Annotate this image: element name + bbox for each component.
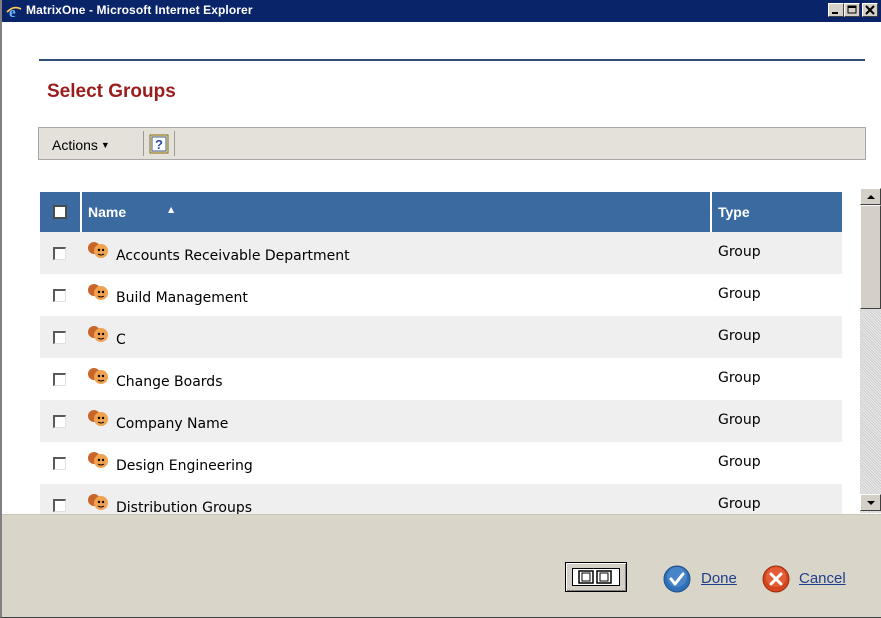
page-header: Select Groups Actions ▼ ? (2, 22, 881, 172)
panes-icon (572, 568, 620, 586)
scroll-down-button[interactable] (860, 494, 881, 511)
page-title: Select Groups (47, 81, 176, 102)
group-icon (88, 242, 108, 258)
header-rule (39, 59, 865, 61)
row-checkbox[interactable] (53, 331, 66, 344)
actions-label: Actions (52, 137, 98, 153)
minimize-button[interactable] (828, 3, 844, 17)
row-checkbox[interactable] (53, 457, 66, 470)
cancel-link[interactable]: Cancel (799, 570, 846, 587)
row-name[interactable]: Change Boards (116, 374, 223, 390)
row-type: Group (718, 286, 761, 302)
row-checkbox[interactable] (53, 499, 66, 512)
help-icon[interactable]: ? (149, 134, 169, 154)
browser-window: e MatrixOne - Microsoft Internet Explore… (0, 0, 881, 618)
arrow-down-icon (867, 501, 875, 505)
group-icon (88, 284, 108, 300)
maximize-button[interactable] (844, 3, 860, 17)
column-header-type[interactable]: Type (718, 204, 750, 220)
svg-text:?: ? (155, 137, 163, 152)
chevron-down-icon: ▼ (100, 140, 110, 150)
row-type: Group (718, 496, 761, 512)
actions-menu[interactable]: Actions ▼ (52, 137, 110, 153)
cancel-x-icon[interactable] (761, 564, 791, 594)
close-icon (865, 5, 875, 15)
row-type: Group (718, 412, 761, 428)
group-icon (88, 326, 108, 342)
header-separator (80, 192, 82, 232)
arrow-up-icon (867, 195, 875, 199)
table-row[interactable]: Distribution Groups Group (40, 484, 842, 514)
column-header-name[interactable]: Name (88, 204, 126, 220)
table-row[interactable]: C Group (40, 316, 842, 358)
row-type: Group (718, 244, 761, 260)
vertical-scrollbar[interactable] (860, 188, 881, 513)
done-link[interactable]: Done (701, 570, 737, 587)
toolbar-separator (143, 131, 144, 156)
maximize-icon (847, 5, 857, 14)
row-type: Group (718, 370, 761, 386)
row-checkbox[interactable] (53, 289, 66, 302)
done-checkmark-icon[interactable] (662, 564, 692, 594)
select-all-checkbox[interactable] (53, 205, 67, 219)
table-header: Name ▲ Type (40, 192, 842, 232)
internet-explorer-icon: e (6, 3, 22, 19)
toolbar: Actions ▼ ? (38, 127, 866, 160)
footer-divider (2, 514, 881, 515)
row-name[interactable]: Build Management (116, 290, 248, 306)
scrollbar-thumb[interactable] (860, 205, 881, 309)
row-checkbox[interactable] (53, 373, 66, 386)
toggle-panes-button[interactable] (565, 562, 627, 592)
group-icon (88, 494, 108, 510)
row-name[interactable]: Company Name (116, 416, 228, 432)
row-checkbox[interactable] (53, 415, 66, 428)
table-row[interactable]: Change Boards Group (40, 358, 842, 400)
page-body: Select Groups Actions ▼ ? Name ▲ Type Ac… (2, 22, 881, 617)
sort-ascending-icon[interactable]: ▲ (168, 205, 174, 214)
group-icon (88, 410, 108, 426)
table-row[interactable]: Company Name Group (40, 400, 842, 442)
header-separator (710, 192, 712, 232)
window-title: MatrixOne - Microsoft Internet Explorer (26, 3, 253, 17)
title-bar[interactable]: e MatrixOne - Microsoft Internet Explore… (2, 0, 881, 22)
row-checkbox[interactable] (53, 247, 66, 260)
row-name[interactable]: Design Engineering (116, 458, 253, 474)
toolbar-separator (174, 131, 175, 156)
table-row[interactable]: Accounts Receivable Department Group (40, 232, 842, 274)
row-name[interactable]: C (116, 332, 126, 348)
group-icon (88, 368, 108, 384)
row-name[interactable]: Accounts Receivable Department (116, 248, 350, 264)
row-type: Group (718, 454, 761, 470)
table-row[interactable]: Build Management Group (40, 274, 842, 316)
row-name[interactable]: Distribution Groups (116, 500, 252, 514)
close-button[interactable] (862, 3, 878, 17)
scroll-up-button[interactable] (860, 188, 881, 205)
group-icon (88, 452, 108, 468)
row-type: Group (718, 328, 761, 344)
results-table-area: Name ▲ Type Accounts Receivable Departme… (2, 172, 881, 514)
table-row[interactable]: Design Engineering Group (40, 442, 842, 484)
minimize-icon (832, 12, 838, 14)
